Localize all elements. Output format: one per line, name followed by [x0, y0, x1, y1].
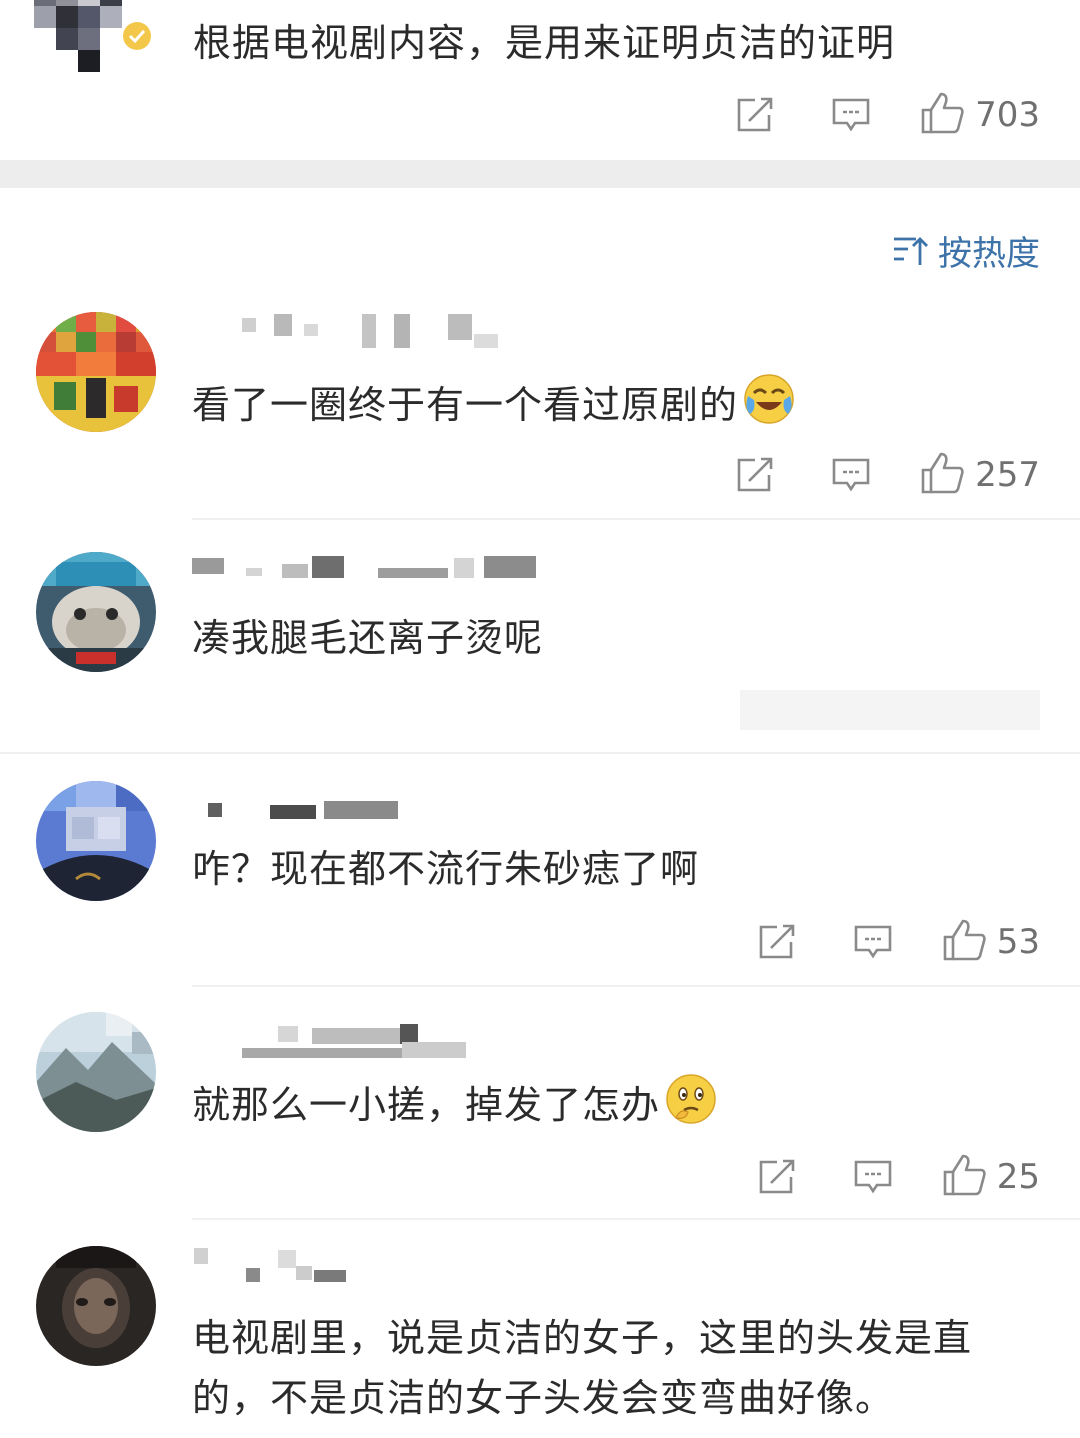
comment-icon — [831, 97, 871, 133]
divider — [192, 518, 1080, 520]
comment-icon — [831, 457, 871, 493]
thumbs-up-icon — [919, 450, 965, 500]
share-button[interactable] — [707, 451, 803, 499]
share-icon — [757, 1159, 797, 1195]
thumbs-up-icon — [919, 90, 965, 140]
avatar[interactable] — [36, 552, 156, 672]
like-count-blurred — [740, 690, 1040, 730]
username[interactable] — [192, 554, 552, 590]
comment-text: 看了一圈终于有一个看过原剧的 — [192, 372, 796, 443]
top-comment: 根据电视剧内容，是用来证明贞洁的证明 703 — [0, 0, 1080, 160]
comment-item: 电视剧里，说是贞洁的女子，这里的头发是直 的，不是贞洁的女子头发会变弯曲好像。 — [0, 1236, 1080, 1438]
reply-button[interactable] — [803, 451, 899, 499]
like-button[interactable]: 53 — [941, 917, 1040, 967]
divider — [0, 752, 1080, 754]
like-count: 257 — [975, 455, 1040, 495]
share-button[interactable] — [729, 918, 825, 966]
comment-text: 咋？现在都不流行朱砂痣了啊 — [192, 847, 700, 891]
sort-label: 按热度 — [938, 234, 1040, 274]
comment-text: 凑我腿毛还离子烫呢 — [192, 616, 544, 660]
share-icon — [757, 924, 797, 960]
comment-actions: 25 — [729, 1152, 1040, 1202]
comment-text: 根据电视剧内容，是用来证明贞洁的证明 — [193, 21, 896, 65]
comment-actions: 257 — [707, 450, 1040, 500]
thinking-emoji — [664, 1072, 718, 1143]
avatar[interactable] — [34, 0, 158, 72]
like-count: 25 — [996, 1157, 1040, 1197]
like-count: 703 — [975, 95, 1040, 135]
avatar[interactable] — [36, 312, 156, 432]
comment-item: 咋？现在都不流行朱砂痣了啊 53 — [0, 775, 1080, 987]
divider — [192, 985, 1080, 987]
like-button[interactable]: 25 — [941, 1152, 1040, 1202]
comment-actions: 703 — [707, 90, 1040, 140]
sort-button[interactable]: 按热度 — [892, 226, 1040, 275]
comment-item: 看了一圈终于有一个看过原剧的 257 — [0, 300, 1080, 522]
section-divider — [0, 160, 1080, 188]
comment-icon — [853, 1159, 893, 1195]
share-button[interactable] — [729, 1153, 825, 1201]
thumbs-up-icon — [941, 917, 987, 967]
share-icon — [735, 457, 775, 493]
username[interactable] — [192, 793, 552, 829]
avatar[interactable] — [36, 1246, 156, 1366]
like-count: 53 — [996, 922, 1040, 962]
avatar[interactable] — [36, 1012, 156, 1132]
comment-actions: 53 — [729, 917, 1040, 967]
username[interactable] — [192, 1024, 552, 1060]
comment-icon — [853, 924, 893, 960]
comment-text: 就那么一小搓，掉发了怎办 — [192, 1072, 718, 1143]
username[interactable] — [192, 314, 552, 350]
thumbs-up-icon — [941, 1152, 987, 1202]
comment-text: 电视剧里，说是贞洁的女子，这里的头发是直 的，不是贞洁的女子头发会变弯曲好像。 — [192, 1316, 973, 1420]
comment-item: 就那么一小搓，掉发了怎办 25 — [0, 1006, 1080, 1220]
divider — [192, 1218, 1080, 1220]
reply-button[interactable] — [825, 918, 921, 966]
reply-button[interactable] — [803, 91, 899, 139]
share-icon — [735, 97, 775, 133]
sort-icon — [892, 235, 928, 267]
like-button[interactable]: 257 — [919, 450, 1040, 500]
laughing-crying-emoji — [742, 372, 796, 443]
share-button[interactable] — [707, 91, 803, 139]
username[interactable] — [192, 1248, 552, 1284]
avatar[interactable] — [36, 781, 156, 901]
reply-button[interactable] — [825, 1153, 921, 1201]
like-button[interactable]: 703 — [919, 90, 1040, 140]
comment-item: 凑我腿毛还离子烫呢 — [0, 540, 1080, 754]
